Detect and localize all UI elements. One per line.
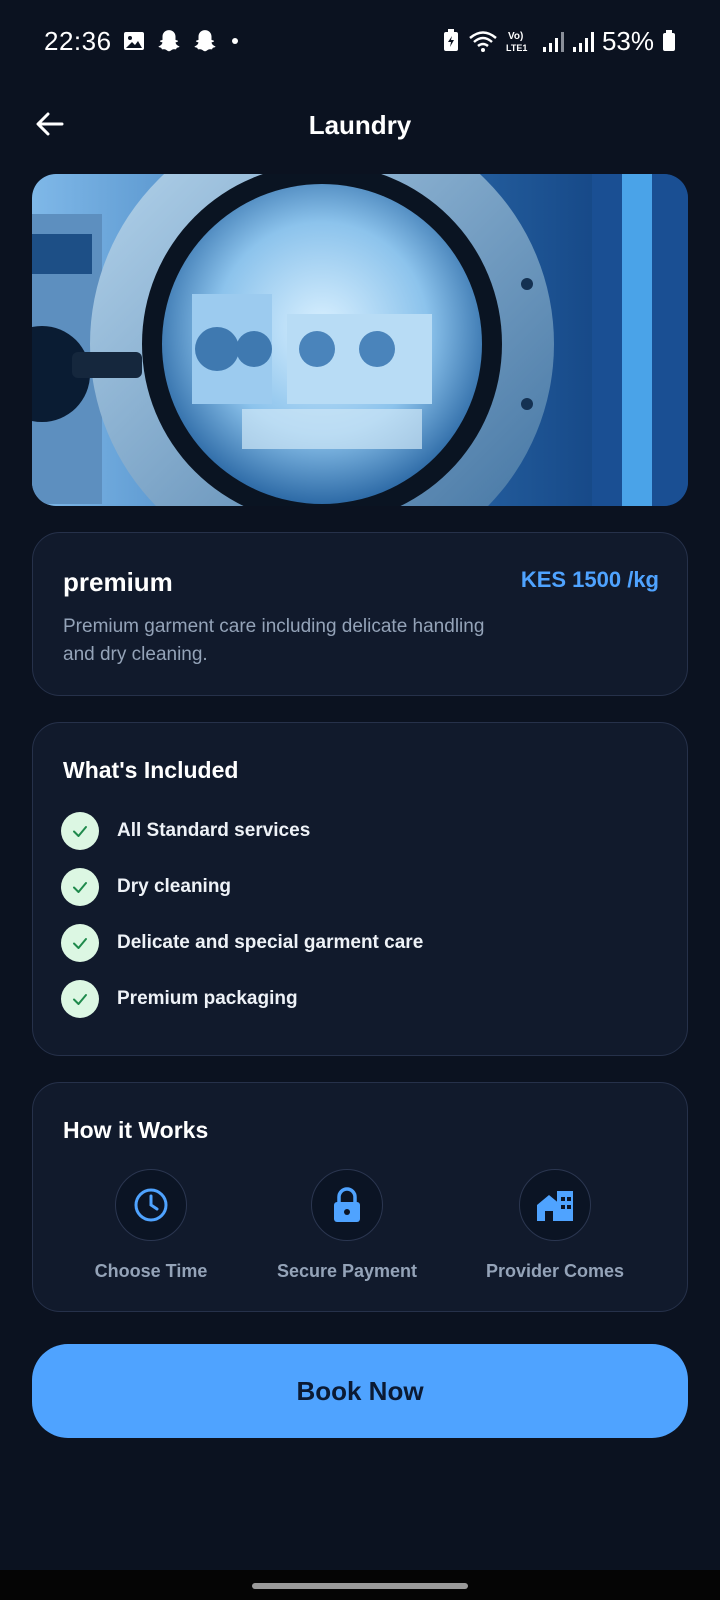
- home-indicator[interactable]: [252, 1583, 468, 1589]
- status-bar: 22:36 Vo) LTE1 53%: [0, 0, 720, 82]
- book-now-button[interactable]: Book Now: [32, 1344, 688, 1438]
- step-choose-time: Choose Time: [51, 1169, 251, 1282]
- list-item-label: Dry cleaning: [117, 876, 232, 897]
- battery-percent: 53%: [601, 25, 654, 56]
- step-label: Choose Time: [94, 1261, 208, 1281]
- check-icon: [61, 980, 99, 1018]
- plan-name: premium: [63, 567, 173, 597]
- how-it-works-title: How it Works: [63, 1117, 209, 1143]
- app-bar: Laundry: [0, 82, 720, 172]
- notification-dot-icon: [228, 34, 242, 48]
- check-icon: [61, 924, 99, 962]
- battery-saver-icon: [442, 29, 460, 53]
- snapchat-icon: [192, 28, 218, 54]
- check-icon: [61, 868, 99, 906]
- step-label: Provider Comes: [485, 1261, 625, 1281]
- hero-image: [32, 174, 688, 506]
- plan-card: premium KES 1500 /kg Premium garment car…: [32, 532, 688, 696]
- status-time: 22:36: [44, 25, 112, 56]
- house-icon: [519, 1169, 591, 1241]
- page-title: Laundry: [308, 110, 412, 140]
- list-item-label: Delicate and special garment care: [117, 932, 424, 953]
- snapchat-icon: [156, 28, 182, 54]
- list-item-label: Premium packaging: [117, 988, 298, 1009]
- list-item: Delicate and special garment care: [61, 915, 423, 971]
- clock-icon: [115, 1169, 187, 1241]
- svg-text:LTE1: LTE1: [506, 43, 527, 53]
- plan-price: KES 1500 /kg: [520, 567, 659, 592]
- list-item: Dry cleaning: [61, 859, 423, 915]
- signal-icon: [572, 29, 594, 53]
- list-item: All Standard services: [61, 803, 423, 859]
- list-item-label: All Standard services: [117, 820, 311, 841]
- steps: Choose Time Secure Payment Provider Come…: [33, 1169, 689, 1299]
- book-now-label: Book Now: [296, 1375, 424, 1406]
- nav-bar: [0, 1570, 720, 1600]
- signal-icon: [542, 29, 564, 53]
- lock-icon: [311, 1169, 383, 1241]
- list-item: Premium packaging: [61, 971, 423, 1027]
- battery-icon: [662, 29, 676, 53]
- included-card: What's Included All Standard services Dr…: [32, 722, 688, 1056]
- lte-icon: Vo) LTE1: [506, 28, 534, 54]
- check-icon: [61, 812, 99, 850]
- svg-text:Vo): Vo): [508, 31, 523, 42]
- screen: 22:36 Vo) LTE1 53% Laundry premium KES 1…: [0, 0, 720, 1600]
- how-it-works-card: How it Works Choose Time Secure Payment …: [32, 1082, 688, 1312]
- status-left: 22:36: [44, 26, 242, 57]
- step-label: Secure Payment: [276, 1261, 418, 1281]
- step-provider-comes: Provider Comes: [455, 1169, 655, 1282]
- included-list: All Standard services Dry cleaning Delic…: [61, 803, 423, 1027]
- included-title: What's Included: [63, 757, 239, 783]
- status-right: Vo) LTE1 53%: [442, 26, 676, 57]
- plan-description: Premium garment care including delicate …: [63, 616, 485, 665]
- gallery-icon: [122, 29, 146, 53]
- step-secure-payment: Secure Payment: [247, 1169, 447, 1282]
- wifi-icon: [468, 29, 498, 53]
